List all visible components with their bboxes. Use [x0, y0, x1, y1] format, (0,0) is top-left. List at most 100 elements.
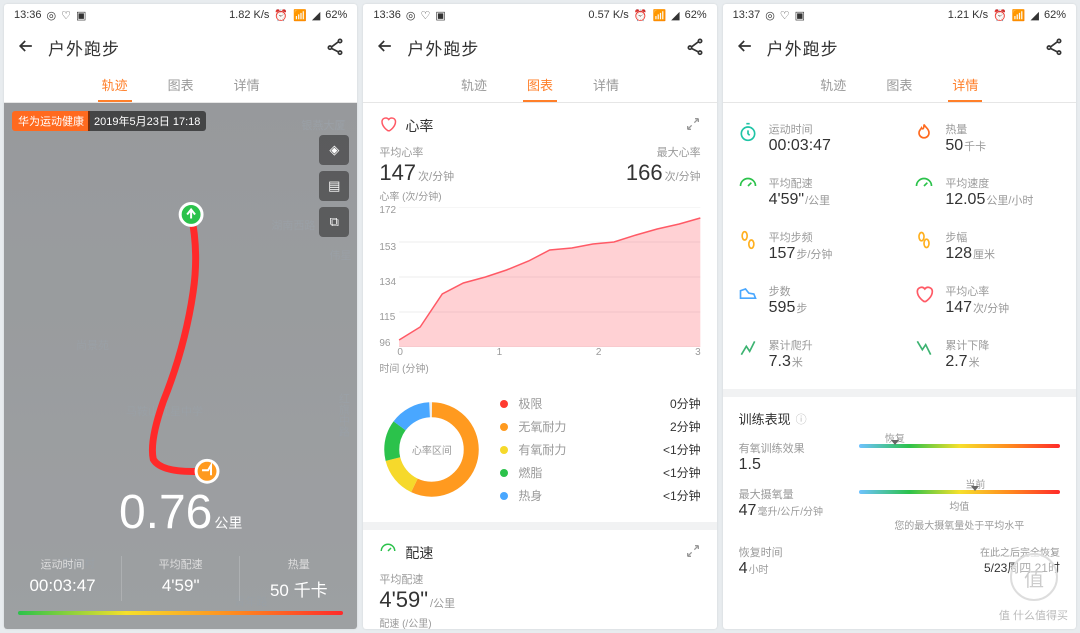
status-battery: 62%: [325, 9, 347, 21]
hr-zone-donut: 心率区间: [379, 397, 484, 502]
layers-icon[interactable]: ▤: [319, 171, 349, 201]
phone-chart: 13:36◎♡▣ 0.57 K/s⏰📶◢62% 户外跑步 轨迹 图表 详情 心率…: [363, 4, 716, 629]
locate-icon[interactable]: ◈: [319, 135, 349, 165]
distance-value: 0.76: [119, 486, 212, 539]
hr-zone-block: 心率区间 极限0分钟 无氧耐力2分钟 有氧耐力<1分钟 燃脂<1分钟 热身<1分…: [379, 389, 700, 510]
zone-list: 极限0分钟 无氧耐力2分钟 有氧耐力<1分钟 燃脂<1分钟 热身<1分钟: [500, 389, 700, 510]
status-time: 13:36: [373, 9, 401, 21]
tab-chart[interactable]: 图表: [164, 68, 198, 102]
metric-unit: 米: [969, 357, 980, 369]
detail-body: 运动时间00:03:47热量50千卡平均配速4'59"/公里平均速度12.05公…: [723, 103, 1076, 629]
metric-label: 平均步频: [769, 229, 833, 245]
tab-track[interactable]: 轨迹: [816, 68, 850, 102]
metric-label: 累计爬升: [769, 337, 813, 353]
status-speed: 1.82 K/s: [229, 9, 269, 21]
hr-chart[interactable]: 172 153 134 115 96: [379, 207, 700, 347]
page-title: 户外跑步: [407, 35, 479, 60]
status-bar: 13:36 ◎ ♡ ▣ 1.82 K/s ⏰ 📶 ◢ 62%: [4, 4, 357, 26]
signal2-icon: ◢: [312, 9, 320, 22]
share-icon[interactable]: [685, 36, 705, 59]
metric-gauge: 平均速度12.05公里/小时: [899, 165, 1076, 219]
avg-hr: 平均心率147次/分钟: [379, 144, 454, 186]
summary-stats: 运动时间00:03:47 平均配速4'59" 热量50 千卡: [4, 556, 357, 601]
page-title: 户外跑步: [767, 35, 839, 60]
back-icon[interactable]: [16, 36, 36, 59]
zone-item: 无氧耐力2分钟: [500, 418, 700, 435]
expand-icon[interactable]: [685, 116, 701, 135]
vo2-bar: 当前: [859, 490, 1060, 494]
info-icon[interactable]: ⓘ: [796, 411, 807, 427]
metric-value: 595: [769, 299, 796, 316]
stopwatch-icon: [737, 121, 759, 143]
metric-flame: 热量50千卡: [899, 111, 1076, 165]
metric-unit: 米: [792, 357, 803, 369]
gauge-icon: [737, 175, 759, 197]
cadence-icon: [737, 229, 759, 251]
stat-pace: 平均配速4'59": [122, 556, 240, 601]
zone-item: 极限0分钟: [500, 395, 700, 412]
metric-value: 2.7: [945, 353, 967, 370]
phone-track: 13:36 ◎ ♡ ▣ 1.82 K/s ⏰ 📶 ◢ 62% 户外跑步 轨迹 图…: [4, 4, 357, 629]
heart-icon: [913, 283, 935, 305]
metric-value: 128: [945, 245, 972, 262]
tabs: 轨迹 图表 详情: [4, 68, 357, 103]
pace-title: 配速: [405, 543, 433, 563]
metric-heart: 平均心率147次/分钟: [899, 273, 1076, 327]
watermark-text: 值 什么值得买: [999, 607, 1068, 623]
status-battery: 62%: [685, 9, 707, 21]
status-bar: 13:37◎♡▣ 1.21 K/s⏰📶◢62%: [723, 4, 1076, 26]
weibo-icon: ◎: [47, 9, 57, 22]
metric-value: 12.05: [945, 191, 985, 208]
distance-display: 0.76公里: [4, 489, 357, 537]
tab-chart[interactable]: 图表: [523, 68, 557, 102]
vo2max-row: 最大摄氧量47毫升/公斤/分钟 当前 均值 您的最大摄氧量处于平均水平: [739, 486, 1060, 532]
tab-track[interactable]: 轨迹: [457, 68, 491, 102]
tab-detail[interactable]: 详情: [230, 68, 264, 102]
metric-value: 50: [945, 137, 963, 154]
timestamp-badge: 2019年5月23日 17:18: [88, 111, 206, 131]
gauge-icon: [379, 542, 397, 563]
expand-icon[interactable]: [685, 543, 701, 562]
app-bar: 户外跑步: [723, 26, 1076, 68]
donut-center-text: 心率区间: [379, 397, 484, 502]
status-bar: 13:36◎♡▣ 0.57 K/s⏰📶◢62%: [363, 4, 716, 26]
hr-title: 心率: [405, 116, 433, 136]
y-axis-label: 心率 (次/分钟): [379, 188, 700, 203]
metric-label: 累计下降: [945, 337, 989, 353]
metric-label: 平均配速: [769, 175, 831, 191]
app-bar: 户外跑步: [4, 26, 357, 68]
gauge-icon: [913, 175, 935, 197]
flame-icon: [913, 121, 935, 143]
back-icon[interactable]: [375, 36, 395, 59]
zone-item: 有氧耐力<1分钟: [500, 441, 700, 458]
max-hr: 最大心率166次/分钟: [626, 144, 701, 186]
x-axis-label: 时间 (分钟): [379, 360, 700, 375]
watermark-icon: 值: [1010, 553, 1058, 601]
status-battery: 62%: [1044, 9, 1066, 21]
avg-pace: 平均配速4'59"/公里: [379, 571, 700, 613]
share-icon[interactable]: [1044, 36, 1064, 59]
metric-value: 4'59": [769, 191, 804, 208]
tab-detail[interactable]: 详情: [948, 68, 982, 102]
stride-icon: [913, 229, 935, 251]
y-tick: 115: [379, 312, 395, 323]
metric-unit: 千卡: [964, 141, 986, 153]
tab-detail[interactable]: 详情: [589, 68, 623, 102]
back-icon[interactable]: [735, 36, 755, 59]
app-source-badge: 华为运动健康: [12, 111, 90, 131]
metric-label: 热量: [945, 121, 986, 137]
status-speed: 1.21 K/s: [948, 9, 988, 21]
copy-icon[interactable]: ⧉: [319, 207, 349, 237]
stat-duration: 运动时间00:03:47: [4, 556, 122, 601]
metric-unit: 步: [796, 303, 807, 315]
share-icon[interactable]: [325, 36, 345, 59]
metric-climb-down: 累计下降2.7米: [899, 327, 1076, 381]
tab-track[interactable]: 轨迹: [98, 68, 132, 102]
metric-value: 7.3: [769, 353, 791, 370]
zone-item: 燃脂<1分钟: [500, 464, 700, 481]
y-tick: 153: [379, 242, 396, 253]
map-panel[interactable]: 银燕大厦 湖南西路 伟星 尚景苑 马鞍山红星中学 红旗中路 勤奋村 青年路 华为…: [4, 103, 357, 629]
metric-value: 147: [945, 299, 972, 316]
tab-chart[interactable]: 图表: [882, 68, 916, 102]
metric-stopwatch: 运动时间00:03:47: [723, 111, 900, 165]
